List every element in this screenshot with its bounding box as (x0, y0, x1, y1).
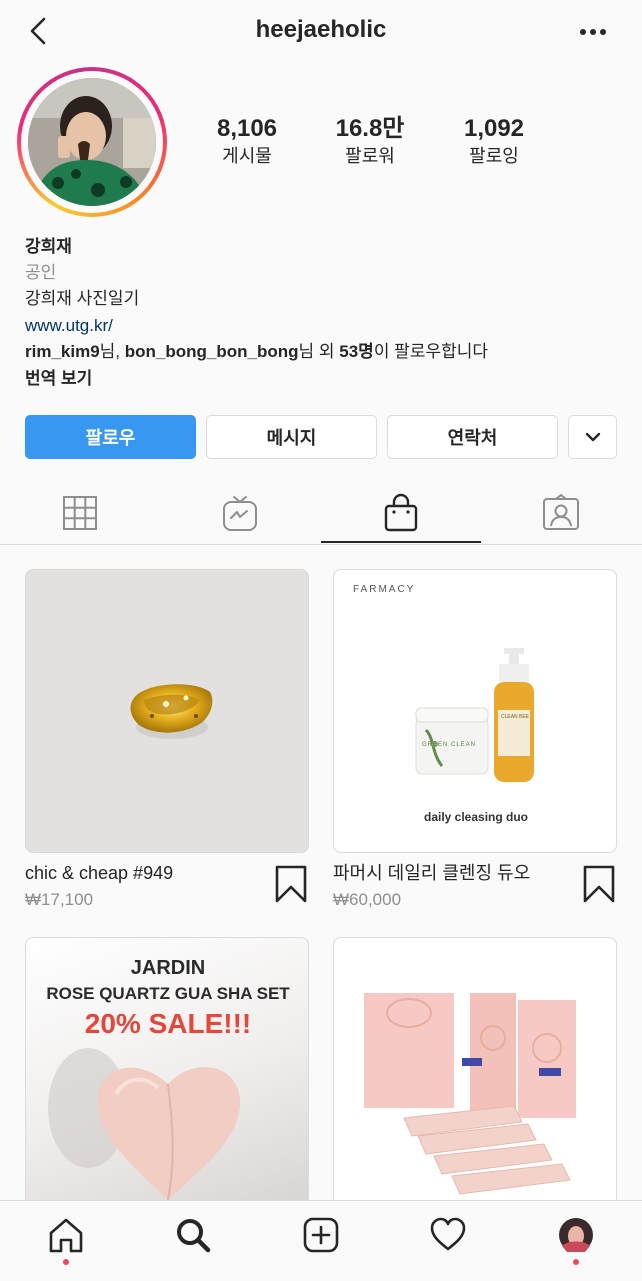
promo-title-text: ROSE QUARTZ GUA SHA SET (46, 984, 290, 1003)
followers-label: 팔로워 (345, 146, 395, 166)
posts-label: 게시물 (222, 146, 272, 166)
product-image-gua-sha[interactable]: JARDIN ROSE QUARTZ GUA SHA SET 20% SALE!… (25, 937, 309, 1200)
story-ring[interactable] (17, 67, 167, 217)
product-name[interactable]: chic & cheap #949 (25, 861, 173, 885)
new-post-icon[interactable] (301, 1215, 341, 1255)
chevron-down-icon (585, 432, 600, 442)
mutual-follower-count: 53명 (339, 342, 374, 361)
product-name[interactable]: 파머시 데일리 클렌징 듀오 (333, 861, 530, 885)
follower-username-1[interactable]: rim_kim9 (25, 342, 100, 361)
product-price: ₩17,100 (25, 890, 94, 909)
active-tab-indicator (321, 541, 481, 543)
following-label: 팔로잉 (469, 146, 519, 166)
heart-activity-icon[interactable] (428, 1215, 468, 1255)
stat-followers[interactable]: 16.8만 팔로워 (300, 114, 440, 168)
jar-label-text: GREEN CLEAN (422, 742, 477, 748)
profile-username-title: heejaeholic (255, 16, 387, 43)
bookmark-icon[interactable] (274, 864, 308, 904)
home-icon[interactable] (46, 1215, 86, 1255)
bottom-navigation (0, 1200, 642, 1281)
bottle-label-text: CLEAN BEE (501, 714, 530, 720)
follow-button[interactable]: 팔로우 (25, 415, 196, 459)
profile-avatar (28, 78, 156, 206)
home-notification-dot (63, 1259, 69, 1265)
following-count: 1,092 (463, 115, 525, 142)
search-icon[interactable] (173, 1215, 213, 1255)
suggested-accounts-button[interactable] (568, 415, 617, 459)
promo-brand-text: JARDIN (130, 957, 206, 979)
product-image-pink-boxes[interactable] (333, 937, 617, 1200)
tab-tagged[interactable] (481, 482, 641, 543)
posts-count: 8,106 (216, 115, 278, 142)
contact-button[interactable]: 연락처 (387, 415, 558, 459)
profile-notification-dot (573, 1259, 579, 1265)
followers-count: 16.8만 (335, 115, 405, 142)
igtv-icon (223, 495, 257, 531)
tab-igtv[interactable] (160, 482, 320, 543)
grid-icon (63, 495, 97, 530)
profile-website-link[interactable]: www.utg.kr/ (25, 313, 113, 339)
promo-sale-text: 20% SALE!!! (84, 1008, 252, 1039)
tab-grid[interactable] (0, 482, 160, 543)
image-caption-text: daily cleasing duo (423, 810, 529, 824)
stat-following[interactable]: 1,092 팔로잉 (424, 114, 564, 168)
top-bar: heejaeholic (0, 0, 642, 64)
tagged-user-icon (543, 493, 579, 530)
stat-posts[interactable]: 8,106 게시물 (177, 114, 317, 168)
profile-name: 강희재 (25, 237, 72, 256)
product-image-ring[interactable] (25, 569, 309, 853)
more-options-icon[interactable] (574, 18, 614, 46)
product-price: ₩60,000 (333, 890, 402, 909)
profile-tab-avatar[interactable] (556, 1215, 596, 1255)
followed-by-text[interactable]: rim_kim9님, bon_bong_bon_bong님 외 53명이 팔로우… (25, 339, 488, 365)
tab-shop[interactable] (321, 482, 481, 543)
profile-category: 공인 (25, 263, 57, 282)
bookmark-icon[interactable] (582, 864, 616, 904)
product-image-farmacy[interactable]: FARMACY GREEN CLEAN CLEAN BEE daily clea… (333, 569, 617, 853)
message-button[interactable]: 메시지 (206, 415, 377, 459)
profile-description: 강희재 사진일기 (25, 289, 140, 308)
profile-tabs (0, 482, 642, 545)
shopping-bag-icon (384, 493, 418, 531)
follower-username-2[interactable]: bon_bong_bon_bong (125, 342, 299, 361)
see-translation-link[interactable]: 번역 보기 (25, 366, 92, 392)
